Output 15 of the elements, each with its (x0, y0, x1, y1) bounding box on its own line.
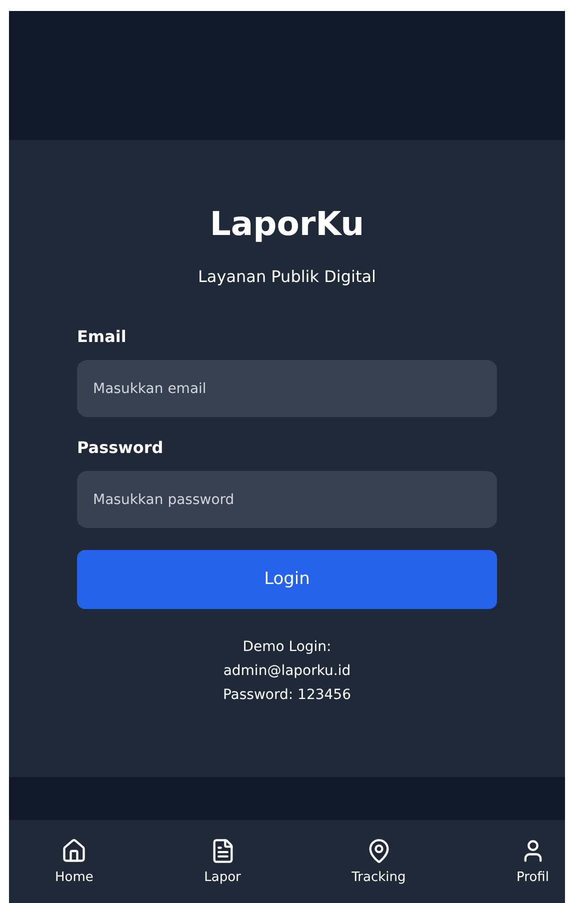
field-label: Email (77, 326, 128, 348)
nav-item[interactable]: Lapor (204, 838, 241, 886)
app-subtitle: Layanan Publik Digital (198, 266, 376, 288)
password-field[interactable]: Masukkan password (77, 471, 497, 528)
nav-item[interactable]: Home (55, 838, 94, 886)
demo-credentials-text: Demo Login: (242, 638, 332, 657)
demo-credentials-text: Password: 123456 (222, 686, 351, 705)
demo-credentials-text: admin@laporku.id (223, 662, 351, 681)
field-label: Password (77, 437, 164, 459)
nav-item[interactable]: Tracking (352, 838, 406, 886)
app-title: LaporKu (210, 203, 364, 245)
home-icon (61, 838, 88, 864)
nav-item[interactable]: Profil (516, 838, 549, 886)
login-button[interactable]: Login (77, 550, 497, 609)
email-field[interactable]: Masukkan email (77, 360, 497, 417)
